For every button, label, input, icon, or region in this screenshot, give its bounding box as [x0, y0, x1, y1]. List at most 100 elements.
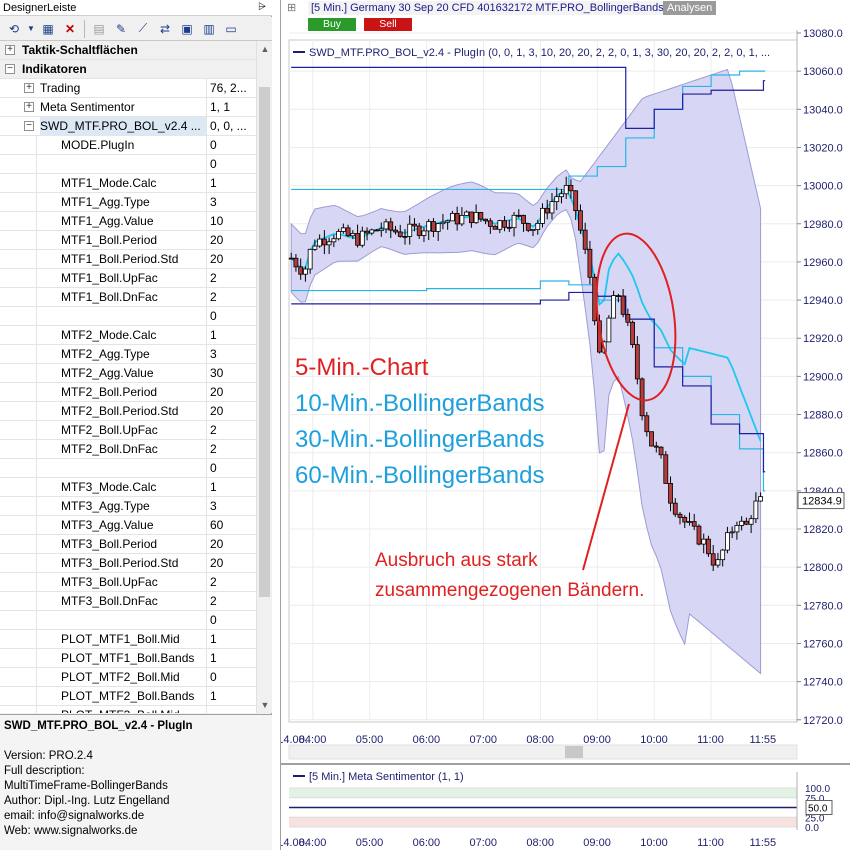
expand-icon[interactable]: + — [24, 102, 34, 112]
parameter-row[interactable]: MTF1_Boll.UpFac 2 — [0, 269, 256, 288]
parameter-row[interactable]: MTF3_Boll.DnFac 2 — [0, 592, 256, 611]
tree-item-row[interactable]: − SWD_MTF.PRO_BOL_v2.4 ... 0, 0, ... — [0, 117, 256, 136]
parameter-row[interactable]: MTF2_Boll.DnFac 2 — [0, 440, 256, 459]
parameter-row[interactable]: MTF3_Boll.Period 20 — [0, 535, 256, 554]
expand-icon[interactable]: + — [24, 83, 34, 93]
parameter-row[interactable]: MTF3_Agg.Value 60 — [0, 516, 256, 535]
parameter-row[interactable]: MTF2_Agg.Value 30 — [0, 364, 256, 383]
scroll-down-icon[interactable]: ▼ — [257, 697, 273, 713]
table-icon[interactable]: ▥ — [199, 20, 219, 38]
row-value[interactable]: 0 — [206, 136, 256, 155]
row-value[interactable]: 1, 1 — [206, 98, 256, 117]
time-scrollbar[interactable] — [288, 744, 798, 760]
parameter-row[interactable]: MTF1_Boll.DnFac 2 — [0, 288, 256, 307]
row-value[interactable]: 0 — [206, 459, 256, 478]
tree-item-row[interactable]: + Trading 76, 2... — [0, 79, 256, 98]
row-value[interactable]: 3 — [206, 497, 256, 516]
row-value[interactable]: 1 — [206, 326, 256, 345]
save-icon[interactable]: ▤ — [89, 20, 109, 38]
chart-canvas[interactable]: SWD_MTF.PRO_BOL_v2.4 - PlugIn (0, 0, 1, … — [281, 0, 850, 850]
edit-icon[interactable]: ✎ — [111, 20, 131, 38]
row-value[interactable]: 2 — [206, 592, 256, 611]
parameter-row[interactable]: MODE.PlugIn 0 — [0, 136, 256, 155]
parameter-row[interactable]: MTF2_Mode.Calc 1 — [0, 326, 256, 345]
parameter-row[interactable]: MTF2_Boll.Period 20 — [0, 383, 256, 402]
parameter-row[interactable]: MTF1_Boll.Period.Std 20 — [0, 250, 256, 269]
row-value[interactable]: 20 — [206, 383, 256, 402]
parameter-row[interactable]: MTF3_Boll.Period.Std 20 — [0, 554, 256, 573]
row-value[interactable]: 0 — [206, 668, 256, 687]
collapse-icon[interactable]: − — [5, 64, 15, 74]
row-value[interactable]: 0 — [206, 611, 256, 630]
row-value[interactable]: 3 — [206, 193, 256, 212]
row-value[interactable]: 20 — [206, 535, 256, 554]
refresh-icon[interactable]: ⟲ — [4, 20, 24, 38]
grid-icon[interactable]: ▣ — [177, 20, 197, 38]
row-value[interactable]: 1 — [206, 687, 256, 706]
row-value[interactable]: 3 — [206, 345, 256, 364]
parameter-row[interactable]: 0 — [0, 155, 256, 174]
row-value[interactable]: 10 — [206, 212, 256, 231]
parameter-row[interactable]: 0 — [0, 307, 256, 326]
line-icon[interactable]: ⟋ — [133, 20, 153, 38]
expand-icon[interactable]: + — [5, 45, 15, 55]
tree-item-row[interactable]: + Meta Sentimentor 1, 1 — [0, 98, 256, 117]
parameter-row[interactable]: PLOT_MTF1_Boll.Bands 1 — [0, 649, 256, 668]
row-value[interactable]: 2 — [206, 573, 256, 592]
sell-button[interactable]: Sell — [364, 18, 412, 31]
parameter-row[interactable]: PLOT_MTF1_Boll.Mid 1 — [0, 630, 256, 649]
chart-pin-icon[interactable]: ⊞ — [287, 0, 296, 17]
row-value[interactable]: 1 — [206, 649, 256, 668]
tree-scrollbar[interactable]: ▲ ▼ — [256, 41, 272, 713]
parameter-row[interactable]: MTF1_Agg.Value 10 — [0, 212, 256, 231]
parameter-row[interactable]: 0 — [0, 611, 256, 630]
pane-divider[interactable] — [281, 763, 850, 765]
parameter-row[interactable]: MTF3_Mode.Calc 1 — [0, 478, 256, 497]
scroll-up-icon[interactable]: ▲ — [257, 41, 273, 57]
plugin-icon[interactable]: ▦ — [38, 20, 58, 38]
sub-time-label: 10:00 — [640, 837, 668, 849]
tree-group-row[interactable]: + Taktik-Schaltflächen — [0, 41, 256, 60]
row-value[interactable]: 0 — [206, 155, 256, 174]
row-value[interactable]: 20 — [206, 231, 256, 250]
parameter-row[interactable]: MTF1_Agg.Type 3 — [0, 193, 256, 212]
parameter-row[interactable]: 0 — [0, 459, 256, 478]
scroll-thumb[interactable] — [259, 87, 270, 597]
tree-group-row[interactable]: − Indikatoren — [0, 60, 256, 79]
parameter-row[interactable]: MTF3_Agg.Type 3 — [0, 497, 256, 516]
time-scroll-thumb[interactable] — [565, 746, 583, 758]
row-value[interactable]: 1 — [206, 478, 256, 497]
row-value[interactable]: 1 — [206, 174, 256, 193]
row-value[interactable]: 30 — [206, 364, 256, 383]
buy-button[interactable]: Buy — [308, 18, 356, 31]
row-value[interactable]: 2 — [206, 288, 256, 307]
parameter-row[interactable]: MTF1_Boll.Period 20 — [0, 231, 256, 250]
row-value[interactable]: 1 — [206, 630, 256, 649]
collapse-icon[interactable]: − — [24, 121, 34, 131]
parameter-row[interactable]: PLOT_MTF2_Boll.Bands 1 — [0, 687, 256, 706]
row-value[interactable]: 0, 0, ... — [206, 117, 256, 136]
delete-icon[interactable]: ✕ — [60, 20, 80, 38]
row-value[interactable]: 20 — [206, 250, 256, 269]
row-value[interactable]: 0 — [206, 307, 256, 326]
parameter-row[interactable]: MTF1_Mode.Calc 1 — [0, 174, 256, 193]
row-value[interactable] — [206, 706, 256, 713]
document-icon[interactable]: ▭ — [221, 20, 241, 38]
parameter-row[interactable]: PLOT_MTF2_Boll.Mid 0 — [0, 668, 256, 687]
row-value[interactable]: 20 — [206, 402, 256, 421]
parameter-row[interactable]: MTF3_Boll.UpFac 2 — [0, 573, 256, 592]
pin-icon[interactable]: ⩥ — [258, 0, 266, 16]
arrows-icon[interactable]: ⇄ — [155, 20, 175, 38]
dropdown-icon[interactable]: ▼ — [26, 20, 36, 38]
row-value[interactable]: 60 — [206, 516, 256, 535]
parameter-row[interactable]: MTF2_Boll.UpFac 2 — [0, 421, 256, 440]
row-value[interactable]: 2 — [206, 440, 256, 459]
parameter-row[interactable]: MTF2_Boll.Period.Std 20 — [0, 402, 256, 421]
analysen-button[interactable]: Analysen — [663, 1, 717, 15]
row-value[interactable]: 76, 2... — [206, 79, 256, 98]
parameter-row[interactable]: MTF2_Agg.Type 3 — [0, 345, 256, 364]
row-value[interactable]: 20 — [206, 554, 256, 573]
row-value[interactable]: 2 — [206, 269, 256, 288]
parameter-row[interactable]: PLOT_MTF3_Boll.Mid — [0, 706, 256, 713]
row-value[interactable]: 2 — [206, 421, 256, 440]
